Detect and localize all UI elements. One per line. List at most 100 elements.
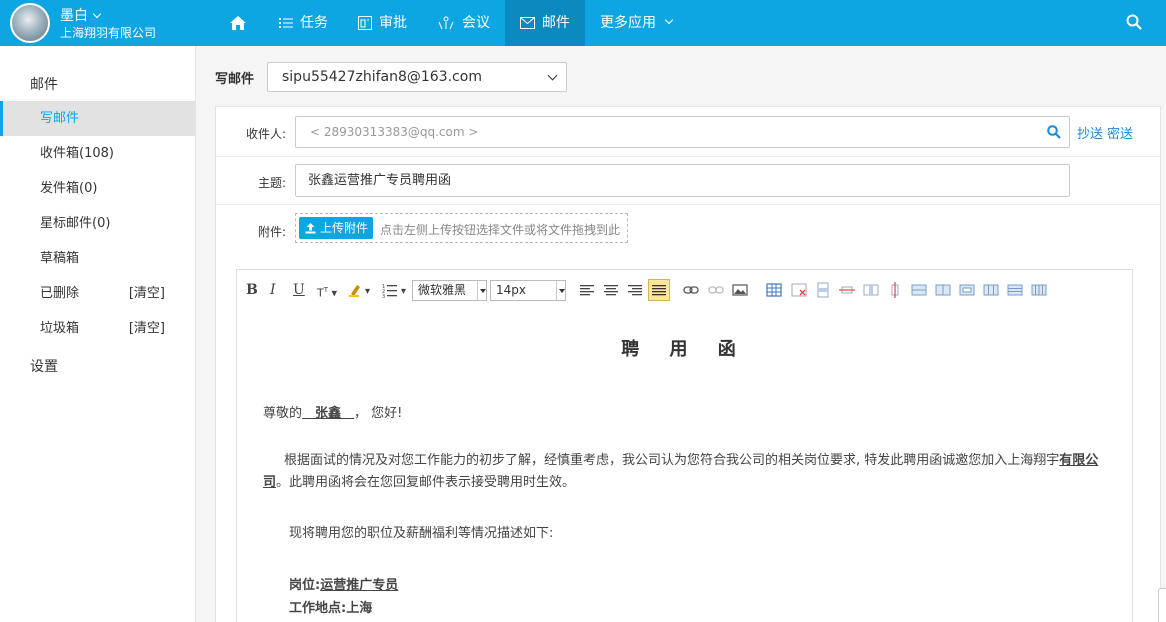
mail-icon — [520, 17, 535, 29]
from-account-select[interactable]: sipu55427zhifan8@163.com — [267, 62, 567, 92]
nav-meeting[interactable]: 会议 — [422, 0, 505, 46]
compose-panel: 收件人: < 28930313383@qq.com > 抄送 密送 主题: 张鑫运… — [215, 106, 1161, 622]
split-cells-icon[interactable] — [983, 282, 999, 298]
home-icon — [229, 16, 246, 30]
cc-link[interactable]: 抄送 — [1077, 127, 1103, 142]
insert-row-icon[interactable] — [815, 282, 831, 298]
delete-table-icon[interactable] — [791, 282, 807, 298]
merge-right-icon[interactable] — [935, 282, 951, 298]
subject-label: 主题: — [257, 176, 286, 190]
chevron-down-icon — [92, 9, 102, 19]
upload-button-label: 上传附件 — [320, 221, 369, 235]
nav-meeting-label: 会议 — [462, 15, 490, 31]
chevron-down-icon — [664, 15, 674, 25]
sidebar-item-label: 已删除 — [40, 286, 80, 301]
sidebar-item-outbox[interactable]: 发件箱(0) — [0, 171, 195, 206]
sidebar-item-label: 收件箱(108) — [40, 146, 114, 161]
user-menu[interactable]: 墨白 上海翔羽有限公司 — [10, 3, 195, 43]
position-value: 运营推广专员 — [320, 578, 399, 593]
bcc-link[interactable]: 密送 — [1107, 127, 1133, 142]
italic-icon[interactable]: I — [270, 281, 276, 299]
unlink-icon[interactable] — [708, 282, 724, 298]
link-icon[interactable] — [683, 282, 699, 298]
nav-approval-label: 审批 — [379, 15, 407, 31]
sidebar-item-compose[interactable]: 写邮件 — [0, 101, 195, 136]
to-recipient[interactable]: < 28930313383@qq.com > — [310, 125, 478, 139]
nav-tasks-label: 任务 — [300, 15, 328, 31]
sidebar-item-label: 发件箱(0) — [40, 181, 98, 196]
merge-down-icon[interactable] — [959, 282, 975, 298]
align-justify-icon[interactable] — [651, 282, 667, 298]
align-center-icon[interactable] — [603, 282, 619, 298]
nav-tasks[interactable]: 任务 — [264, 0, 343, 46]
subject-input[interactable]: 张鑫运营推广专员聘用函 — [295, 164, 1070, 197]
to-label: 收件人: — [245, 127, 286, 141]
upload-attachment-button[interactable]: 上传附件 — [299, 217, 374, 239]
location-label: 工作地点: — [289, 601, 347, 616]
search-icon[interactable] — [1047, 125, 1061, 139]
meeting-icon — [438, 16, 454, 30]
split-rows-icon[interactable] — [1007, 282, 1023, 298]
list-icon — [279, 18, 293, 28]
sidebar-item-drafts[interactable]: 草稿箱 — [0, 241, 195, 276]
sidebar-title: 邮件 — [30, 77, 58, 93]
highlight-color-icon[interactable] — [348, 282, 364, 298]
avatar[interactable] — [10, 3, 50, 43]
editor-content[interactable]: 聘 用 函 尊敬的 张鑫 ， 您好! 根据面试的情况及对您工作能力的初步了解，经… — [237, 310, 1132, 622]
underline-icon[interactable]: U — [293, 281, 305, 299]
doc-location: 工作地点:上海 — [289, 598, 1134, 620]
cc-bcc-links: 抄送 密送 — [1077, 123, 1137, 142]
font-family-select[interactable]: 微软雅黑 — [412, 280, 487, 301]
delete-column-icon[interactable] — [887, 282, 903, 298]
sidebar-item-label: 星标邮件(0) — [40, 216, 111, 231]
chevron-down-icon[interactable]: ▾ — [401, 283, 406, 301]
insert-column-icon[interactable] — [863, 282, 879, 298]
align-left-icon[interactable] — [579, 282, 595, 298]
greeting-name: 张鑫 — [302, 406, 355, 421]
compose-area: 写邮件 sipu55427zhifan8@163.com 收件人: < 2893… — [196, 46, 1166, 622]
page-scrollbar[interactable] — [1158, 588, 1166, 622]
para1-text-c: 。此聘用函将会在您回复邮件表示接受聘用时生效。 — [276, 475, 576, 490]
font-family-value: 微软雅黑 — [418, 283, 467, 297]
ordered-list-icon[interactable]: 123 — [382, 282, 398, 298]
align-right-icon[interactable] — [627, 282, 643, 298]
sidebar-item-inbox[interactable]: 收件箱(108) — [0, 136, 195, 171]
font-size-select[interactable]: 14px — [490, 280, 566, 301]
sidebar-item-label: 草稿箱 — [40, 251, 80, 266]
to-input[interactable]: < 28930313383@qq.com > — [295, 116, 1070, 148]
upload-icon — [305, 222, 316, 233]
user-name[interactable]: 墨白 — [60, 5, 102, 25]
sidebar-item-settings[interactable]: 设置 — [30, 356, 58, 376]
chevron-down-icon — [547, 70, 558, 81]
image-icon[interactable] — [732, 282, 748, 298]
table-icon[interactable] — [766, 282, 782, 298]
sidebar-item-starred[interactable]: 星标邮件(0) — [0, 206, 195, 241]
nav-more-apps[interactable]: 更多应用 — [585, 0, 687, 46]
delete-row-icon[interactable] — [839, 282, 855, 298]
subject-row: 主题: 张鑫运营推广专员聘用函 — [216, 157, 1160, 205]
top-bar: 墨白 上海翔羽有限公司 任务 审批 会议 邮件 更多应用 — [0, 0, 1166, 46]
sidebar-item-label: 写邮件 — [40, 111, 80, 126]
attachment-row: 附件: 上传附件 点击左侧上传按钮选择文件或将文件拖拽到此 — [216, 205, 1160, 253]
nav-home[interactable] — [218, 0, 264, 46]
search-icon[interactable] — [1126, 14, 1142, 30]
superscript-icon[interactable]: TT ▾ — [317, 281, 337, 300]
user-name-text: 墨白 — [60, 8, 88, 24]
merge-cells-icon[interactable] — [911, 282, 927, 298]
nav-more-apps-label: 更多应用 — [600, 15, 656, 31]
clear-deleted-button[interactable]: [清空] — [129, 276, 165, 311]
compose-label: 写邮件 — [215, 72, 255, 87]
position-label: 岗位: — [289, 578, 321, 593]
chevron-down-icon[interactable]: ▾ — [365, 283, 370, 301]
para1-text-a: 根据面试的情况及对您工作能力的初步了解，经慎重考虑，我公司认为您符合我公司的相关… — [284, 453, 1060, 468]
main-nav: 任务 审批 会议 邮件 更多应用 — [218, 0, 687, 46]
attachment-label: 附件: — [257, 225, 286, 239]
clear-spam-button[interactable]: [清空] — [129, 311, 165, 346]
bold-icon[interactable]: B — [246, 281, 258, 299]
nav-mail[interactable]: 邮件 — [505, 0, 585, 46]
sidebar-item-spam[interactable]: 垃圾箱 [清空] — [0, 311, 195, 346]
attachment-dropzone[interactable]: 上传附件 点击左侧上传按钮选择文件或将文件拖拽到此 — [295, 213, 628, 243]
nav-approval[interactable]: 审批 — [343, 0, 422, 46]
split-columns-icon[interactable] — [1031, 282, 1047, 298]
sidebar-item-deleted[interactable]: 已删除 [清空] — [0, 276, 195, 311]
